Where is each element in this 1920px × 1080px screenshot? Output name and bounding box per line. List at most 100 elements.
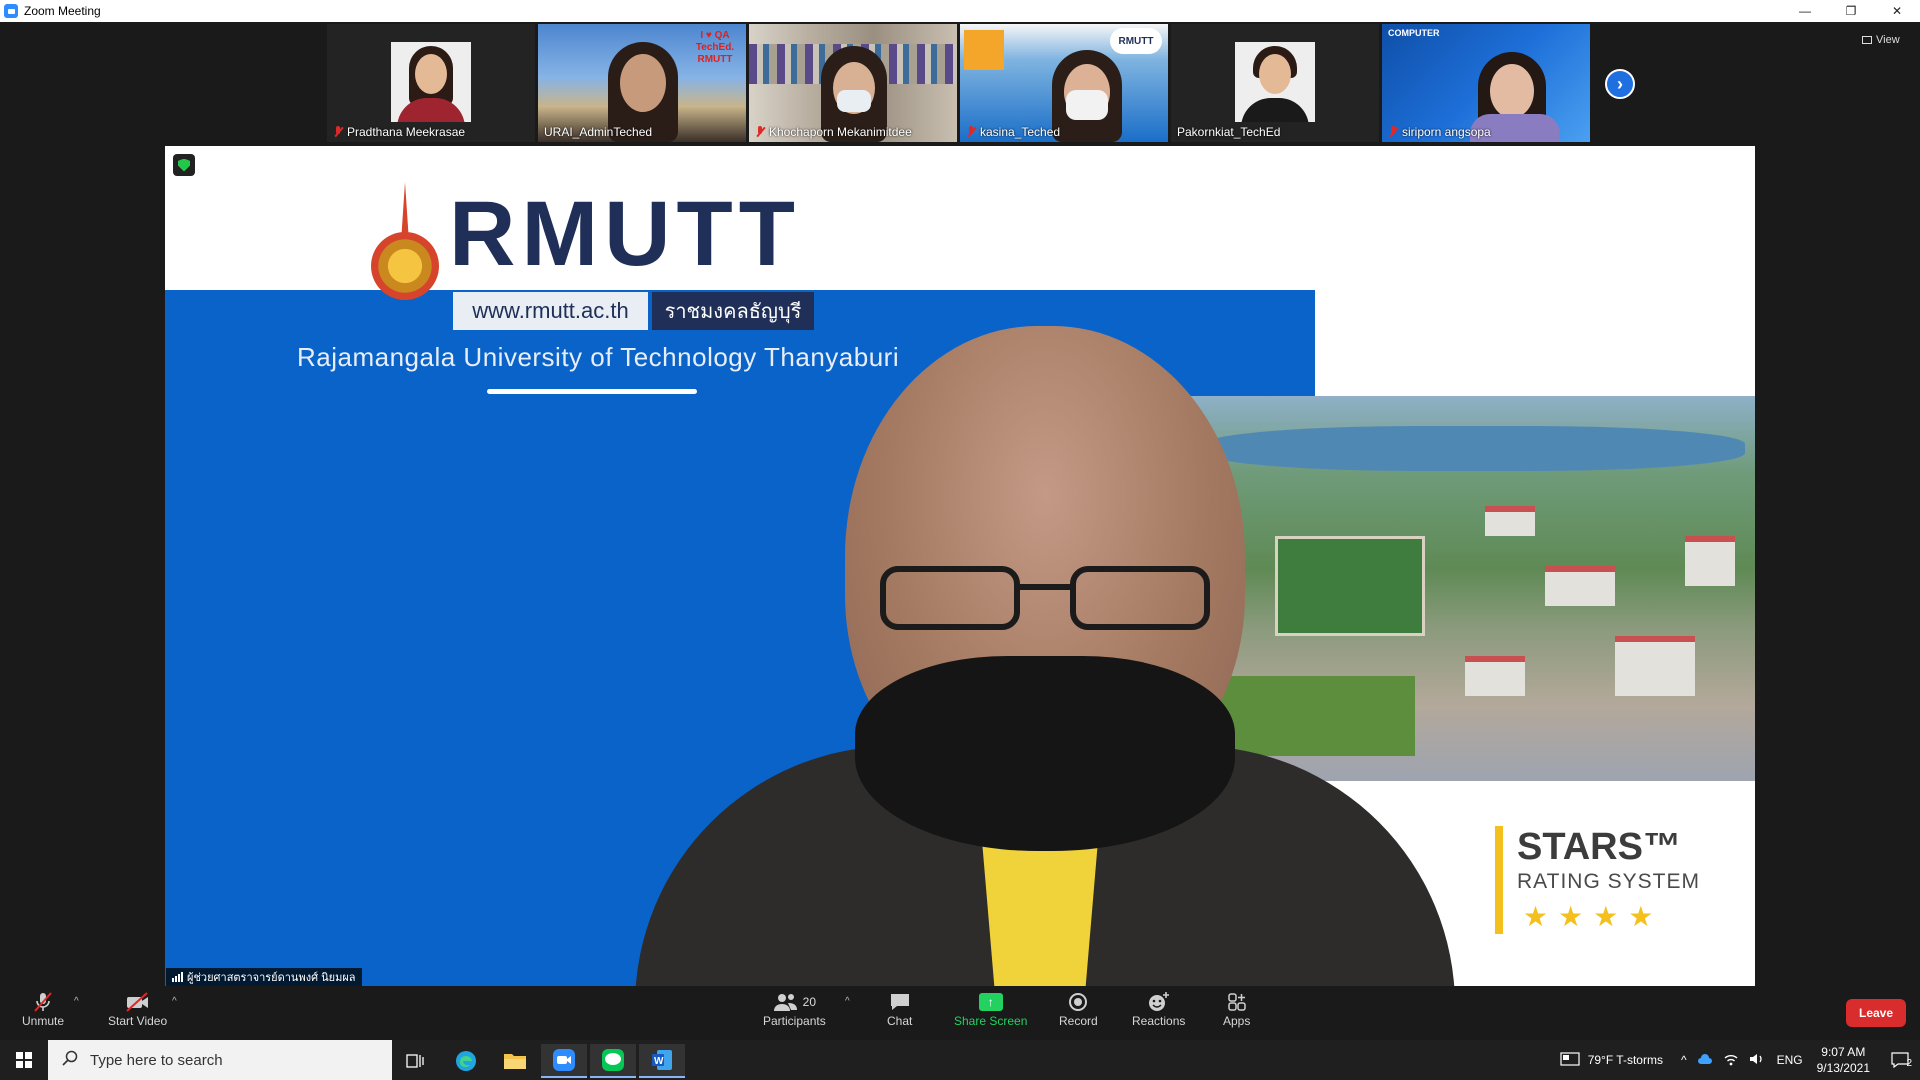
mic-muted-icon	[333, 126, 343, 138]
participants-count: 20	[802, 995, 817, 1009]
participants-button[interactable]: 20 Participants	[763, 990, 826, 1028]
news-icon	[1560, 1051, 1580, 1069]
weather-text[interactable]: 79°F T-storms	[1588, 1053, 1663, 1067]
stars-title: STARS™	[1517, 826, 1681, 868]
participant-name: Pradthana Meekrasae	[347, 125, 466, 139]
star-rating-icons: ★★★★	[1523, 901, 1664, 932]
participant-name: kasina_Teched	[980, 125, 1061, 139]
stars-subtitle: RATING SYSTEM	[1517, 870, 1700, 893]
minimize-button[interactable]: —	[1782, 0, 1828, 22]
participant-photo	[391, 42, 471, 122]
participant-name: Pakornkiat_TechEd	[1177, 125, 1281, 139]
overlay-text: I ♥ QA TechEd. RMUTT	[695, 30, 735, 65]
task-view-button[interactable]	[392, 1044, 438, 1078]
participant-name: siriporn angsopa	[1402, 125, 1491, 139]
line-app-icon	[602, 1049, 624, 1071]
zoom-taskbar-button[interactable]	[541, 1044, 587, 1078]
start-button[interactable]	[0, 1040, 48, 1080]
onedrive-cloud-icon[interactable]	[1697, 1053, 1713, 1068]
close-button[interactable]: ✕	[1874, 0, 1920, 22]
search-icon	[62, 1050, 78, 1070]
svg-text:W: W	[654, 1056, 664, 1067]
participant-tile[interactable]: Pradthana Meekrasae	[327, 24, 535, 142]
start-video-button[interactable]: Start Video	[108, 990, 167, 1028]
clock[interactable]: 9:07 AM 9/13/2021	[1817, 1044, 1870, 1076]
share-screen-button[interactable]: ↑ Share Screen	[954, 990, 1027, 1028]
participants-icon	[773, 994, 797, 1011]
mic-muted-icon	[966, 126, 976, 138]
participants-options-caret[interactable]: ^	[845, 996, 850, 1007]
smiley-plus-icon	[1147, 990, 1171, 1014]
wifi-icon[interactable]	[1723, 1052, 1739, 1069]
chat-bubble-icon	[889, 990, 911, 1014]
notification-count: 2	[1906, 1058, 1912, 1069]
word-taskbar-button[interactable]: W	[639, 1044, 685, 1078]
leave-button[interactable]: Leave	[1846, 999, 1906, 1027]
view-button[interactable]: View	[1862, 34, 1900, 46]
record-button[interactable]: Record	[1059, 990, 1098, 1028]
share-arrow-icon: ↑	[978, 993, 1003, 1011]
line-taskbar-button[interactable]	[590, 1044, 636, 1078]
clock-date: 9/13/2021	[1816, 1061, 1870, 1075]
participant-tile[interactable]: Pakornkiat_TechEd	[1171, 24, 1379, 142]
task-view-icon	[406, 1054, 424, 1068]
folder-icon	[504, 1054, 526, 1069]
taskbar-search[interactable]: Type here to search	[48, 1040, 392, 1080]
edge-browser-button[interactable]	[443, 1044, 489, 1078]
university-crest-icon	[365, 182, 445, 312]
active-speaker-video[interactable]: RMUTT www.rmutt.ac.th ราชมงคลธัญบุรี Raj…	[165, 146, 1755, 986]
video-options-caret[interactable]: ^	[172, 996, 177, 1007]
audio-level-icon	[172, 972, 183, 982]
clock-time: 9:07 AM	[1821, 1045, 1866, 1059]
camera-off-icon	[125, 990, 151, 1014]
chat-button[interactable]: Chat	[887, 990, 912, 1028]
presenter-figure	[595, 326, 1515, 986]
window-title: Zoom Meeting	[24, 4, 101, 18]
restore-button[interactable]: ❐	[1828, 0, 1874, 22]
volume-icon[interactable]	[1749, 1052, 1765, 1069]
mic-muted-icon	[1388, 126, 1398, 138]
record-icon	[1069, 993, 1088, 1011]
word-icon: W	[652, 1050, 672, 1070]
participant-tile[interactable]: COMPUTER siriporn angsopa	[1382, 24, 1590, 142]
security-shield-icon[interactable]	[173, 154, 195, 176]
participant-tile[interactable]: I ♥ QA TechEd. RMUTT URAI_AdminTeched	[538, 24, 746, 142]
window-controls: — ❐ ✕	[1782, 0, 1920, 22]
file-explorer-button[interactable]	[492, 1044, 538, 1078]
brand-wordmark: RMUTT	[449, 183, 801, 285]
speaker-name-label: ผู้ช่วยศาสตราจารย์ดานพงศ์ นิยมผล	[166, 968, 362, 986]
system-tray: 79°F T-storms ^ ENG 9:07 AM 9/13/2021 2	[1560, 1040, 1920, 1080]
mic-muted-icon	[755, 126, 765, 138]
reactions-button[interactable]: Reactions	[1132, 990, 1185, 1028]
face-mask	[855, 656, 1235, 851]
participant-name: Khochaporn Mekanimitdee	[769, 125, 912, 139]
search-placeholder: Type here to search	[90, 1051, 223, 1069]
zoom-icon	[553, 1049, 575, 1071]
participant-photo	[1235, 42, 1315, 122]
next-page-button[interactable]: ›	[1605, 69, 1635, 99]
meeting-stage: Pradthana Meekrasae I ♥ QA TechEd. RMUTT…	[0, 22, 1920, 986]
notifications-button[interactable]: 2	[1880, 1052, 1920, 1069]
language-indicator[interactable]: ENG	[1777, 1053, 1803, 1067]
show-hidden-icons-chevron-icon[interactable]: ^	[1681, 1053, 1687, 1067]
unmute-button[interactable]: Unmute	[22, 990, 64, 1028]
university-url: www.rmutt.ac.th	[453, 292, 648, 330]
participant-name: URAI_AdminTeched	[544, 125, 653, 139]
view-grid-icon	[1862, 36, 1872, 44]
windows-logo-icon	[16, 1052, 32, 1068]
overlay-text: RMUTT	[1110, 28, 1162, 54]
audio-options-caret[interactable]: ^	[74, 996, 79, 1007]
microphone-muted-icon	[32, 990, 54, 1014]
participant-tile[interactable]: Khochaporn Mekanimitdee	[749, 24, 957, 142]
meeting-toolbar: Unmute ^ Start Video ^ 20 Participants ^…	[0, 986, 1920, 1040]
window-titlebar: Zoom Meeting — ❐ ✕	[0, 0, 1920, 22]
windows-taskbar: Type here to search W 79°F T-storms ^ EN…	[0, 1040, 1920, 1080]
apps-button[interactable]: Apps	[1223, 990, 1250, 1028]
apps-grid-icon	[1227, 990, 1247, 1014]
edge-icon	[456, 1051, 476, 1071]
university-thai-name: ราชมงคลธัญบุรี	[652, 292, 814, 330]
participant-strip: Pradthana Meekrasae I ♥ QA TechEd. RMUTT…	[327, 24, 1590, 144]
zoom-app-icon	[4, 4, 18, 18]
overlay-text: COMPUTER	[1388, 28, 1440, 38]
participant-tile[interactable]: RMUTT kasina_Teched	[960, 24, 1168, 142]
